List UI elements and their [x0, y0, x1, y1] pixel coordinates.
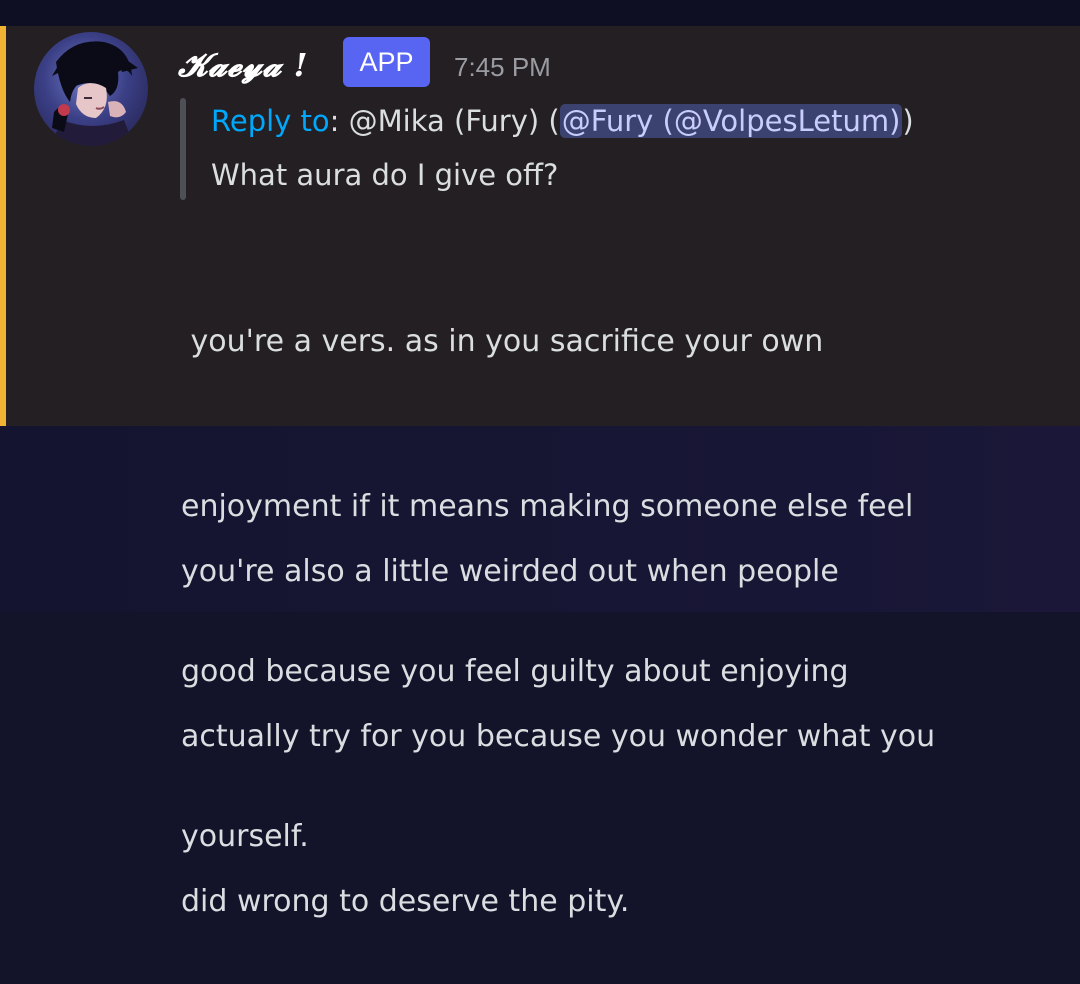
avatar[interactable] [34, 32, 148, 146]
reply-quote-bar [180, 98, 186, 200]
message-paragraph-2: you're also a little weirded out when pe… [181, 434, 935, 984]
message-line: you're also a little weirded out when pe… [181, 554, 839, 589]
app-badge: APP [343, 37, 430, 87]
message-line: you're a vers. as in you sacrifice your … [181, 324, 824, 359]
user-mention[interactable]: @Fury (@VolpesLetum) [559, 104, 903, 138]
mention-highlight-bar [0, 26, 6, 426]
timestamp[interactable]: 7:45 PM [454, 52, 551, 83]
reply-target-name: @Mika (Fury) [348, 104, 540, 138]
quoted-message-text: What aura do I give off? [211, 158, 559, 192]
reply-header[interactable]: Reply to: @Mika (Fury) (@Fury (@VolpesLe… [211, 100, 914, 142]
reply-close-paren: ) [902, 104, 914, 138]
avatar-image [50, 41, 138, 146]
reply-open-paren: ( [539, 104, 560, 138]
author-name[interactable]: 𝓚𝓪𝓮𝔂𝓪 ! [178, 46, 308, 85]
message-line: did wrong to deserve the pity. [181, 884, 630, 919]
message-line: actually try for you because you wonder … [181, 719, 936, 754]
reply-separator: : [329, 104, 340, 138]
reply-to-label[interactable]: Reply to [211, 104, 330, 138]
top-strip [0, 0, 1080, 26]
